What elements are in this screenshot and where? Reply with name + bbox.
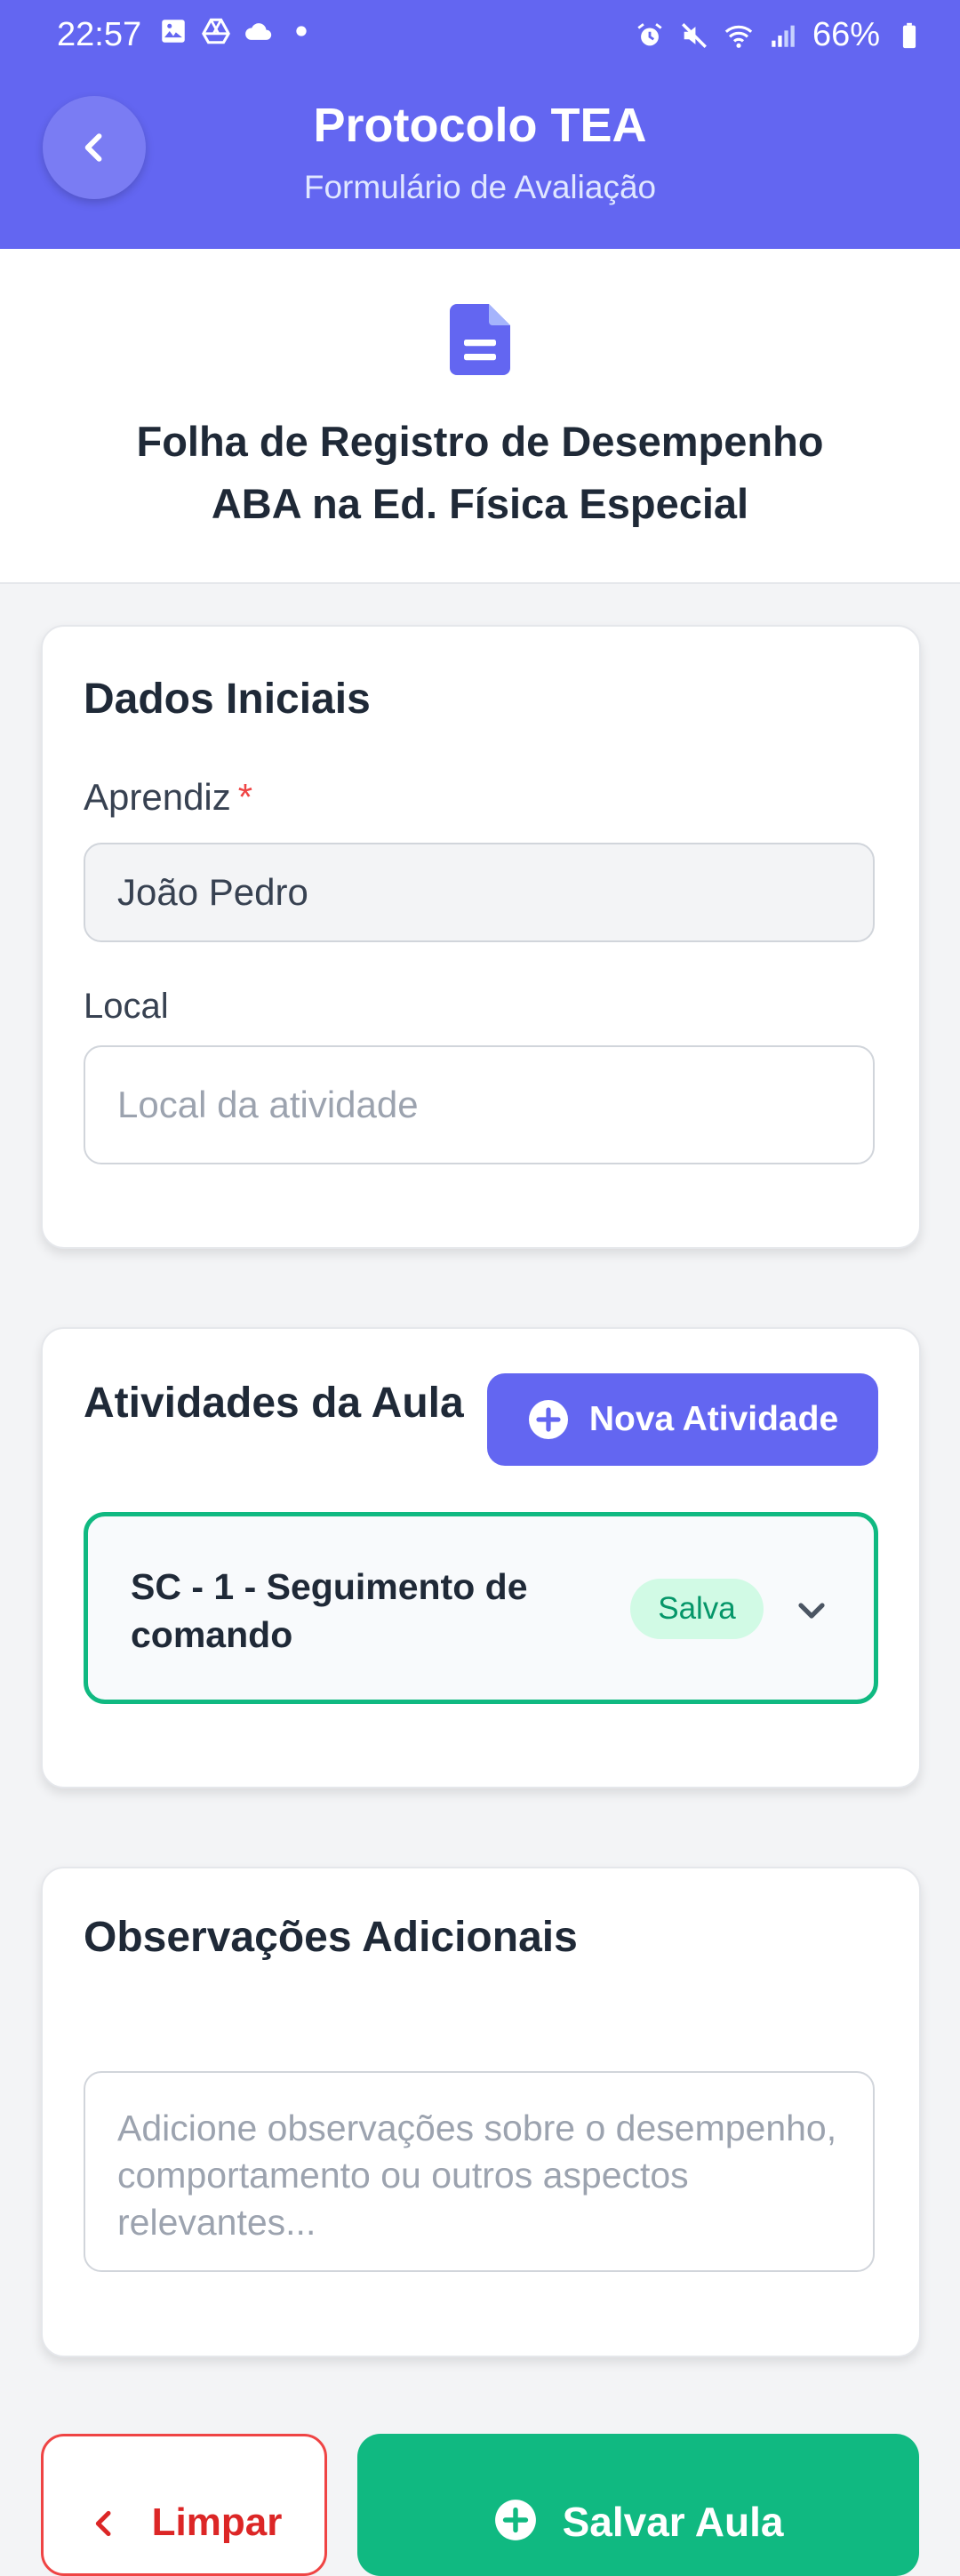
observations-placeholder: Adicione observações sobre o desempenho,… [117, 2108, 837, 2243]
mute-icon [681, 22, 707, 48]
activities-card: Atividades da Aula Nova Atividade SC - 1… [41, 1327, 921, 1788]
learner-value: João Pedro [117, 871, 308, 913]
page-title: Protocolo TEA [313, 99, 647, 152]
location-input[interactable]: Local da atividade [84, 1045, 875, 1164]
status-left-icons [158, 16, 316, 46]
observations-card: Observações Adicionais Adicione observaç… [41, 1867, 921, 2357]
new-activity-label: Nova Atividade [588, 1400, 839, 1438]
alarm-icon [637, 22, 662, 45]
battery-percent: 66% [812, 16, 880, 53]
observations-textarea[interactable]: Adicione observações sobre o desempenho,… [84, 2071, 875, 2272]
dot-icon [296, 26, 307, 36]
app-header: 22:57 66% Protocolo TEA Formulário de Av… [0, 0, 960, 249]
clear-button[interactable]: Limpar [41, 2434, 327, 2576]
plus-circle-icon [528, 1400, 568, 1439]
required-mark: * [237, 776, 253, 818]
location-placeholder: Local da atividade [117, 1084, 419, 1125]
save-button[interactable]: Salvar Aula [357, 2434, 919, 2576]
initial-data-title: Dados Iniciais [84, 676, 371, 723]
save-label: Salvar Aula [562, 2499, 784, 2545]
chevron-left-icon [95, 2510, 111, 2537]
activity-item[interactable]: SC - 1 - Seguimento de comando Salva [84, 1512, 878, 1704]
learner-label-text: Aprendiz [84, 776, 231, 818]
chevron-down-icon[interactable] [790, 1589, 833, 1632]
location-label: Local [84, 987, 169, 1026]
document-title-line1: Folha de Registro de Desempenho [136, 418, 824, 465]
initial-data-card: Dados Iniciais Aprendiz * João Pedro Loca… [41, 625, 921, 1249]
activity-name: SC - 1 - Seguimento de comando [131, 1566, 528, 1655]
signal-icon [772, 25, 795, 47]
battery-icon [902, 22, 916, 48]
document-title: Folha de Registro de Desempenho ABA na E… [0, 411, 960, 535]
drive-icon [202, 18, 230, 44]
status-right: 66% [635, 16, 924, 54]
document-title-line2: ABA na Ed. Física Especial [211, 480, 749, 527]
document-header: Folha de Registro de Desempenho ABA na E… [0, 249, 960, 584]
status-bar: 22:57 66% [0, 0, 960, 71]
learner-input[interactable]: João Pedro [84, 843, 875, 942]
wifi-icon [724, 25, 753, 48]
document-icon [450, 304, 510, 375]
new-activity-button[interactable]: Nova Atividade [487, 1373, 878, 1466]
cloud-icon [245, 23, 272, 40]
clear-label: Limpar [151, 2500, 283, 2544]
image-icon [162, 20, 185, 43]
learner-label: Aprendiz * [84, 776, 252, 819]
page-subtitle: Formulário de Avaliação [303, 169, 657, 205]
observations-title: Observações Adicionais [84, 1914, 578, 1961]
activities-title: Atividades da Aula [84, 1380, 464, 1427]
status-time: 22:57 [57, 16, 142, 53]
status-badge: Salva [630, 1579, 764, 1639]
plus-circle-icon [494, 2500, 536, 2540]
